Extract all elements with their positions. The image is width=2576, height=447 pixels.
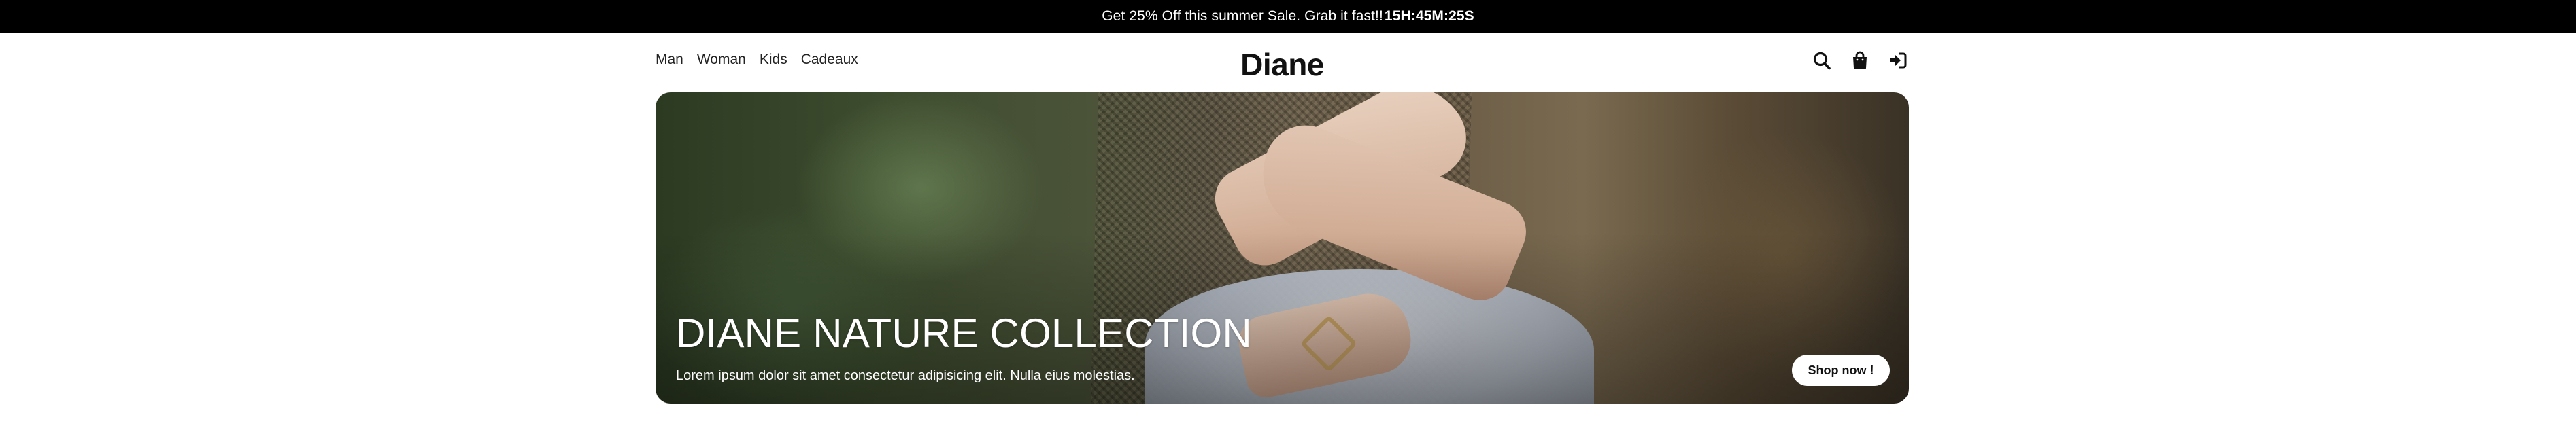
promo-bar: Get 25% Off this summer Sale. Grab it fa… xyxy=(0,0,2576,33)
sign-in-icon[interactable] xyxy=(1888,50,1908,71)
header-actions xyxy=(1812,50,1908,71)
search-icon[interactable] xyxy=(1812,50,1831,71)
brand-logo[interactable]: Diane xyxy=(656,46,1909,83)
promo-countdown: 15H:45M:25S xyxy=(1384,8,1474,24)
hero-banner: DIANE NATURE COLLECTION Lorem ipsum dolo… xyxy=(656,92,1909,404)
hero-title: DIANE NATURE COLLECTION xyxy=(676,310,1252,356)
promo-text: Get 25% Off this summer Sale. Grab it fa… xyxy=(1102,8,1383,24)
shop-now-button[interactable]: Shop now ! xyxy=(1792,355,1890,386)
hero-overlay xyxy=(656,92,1909,404)
shopping-bag-icon[interactable] xyxy=(1850,50,1869,71)
site-header: Man Woman Kids Cadeaux Diane xyxy=(656,33,1909,92)
hero-subtitle: Lorem ipsum dolor sit amet consectetur a… xyxy=(676,368,1135,383)
